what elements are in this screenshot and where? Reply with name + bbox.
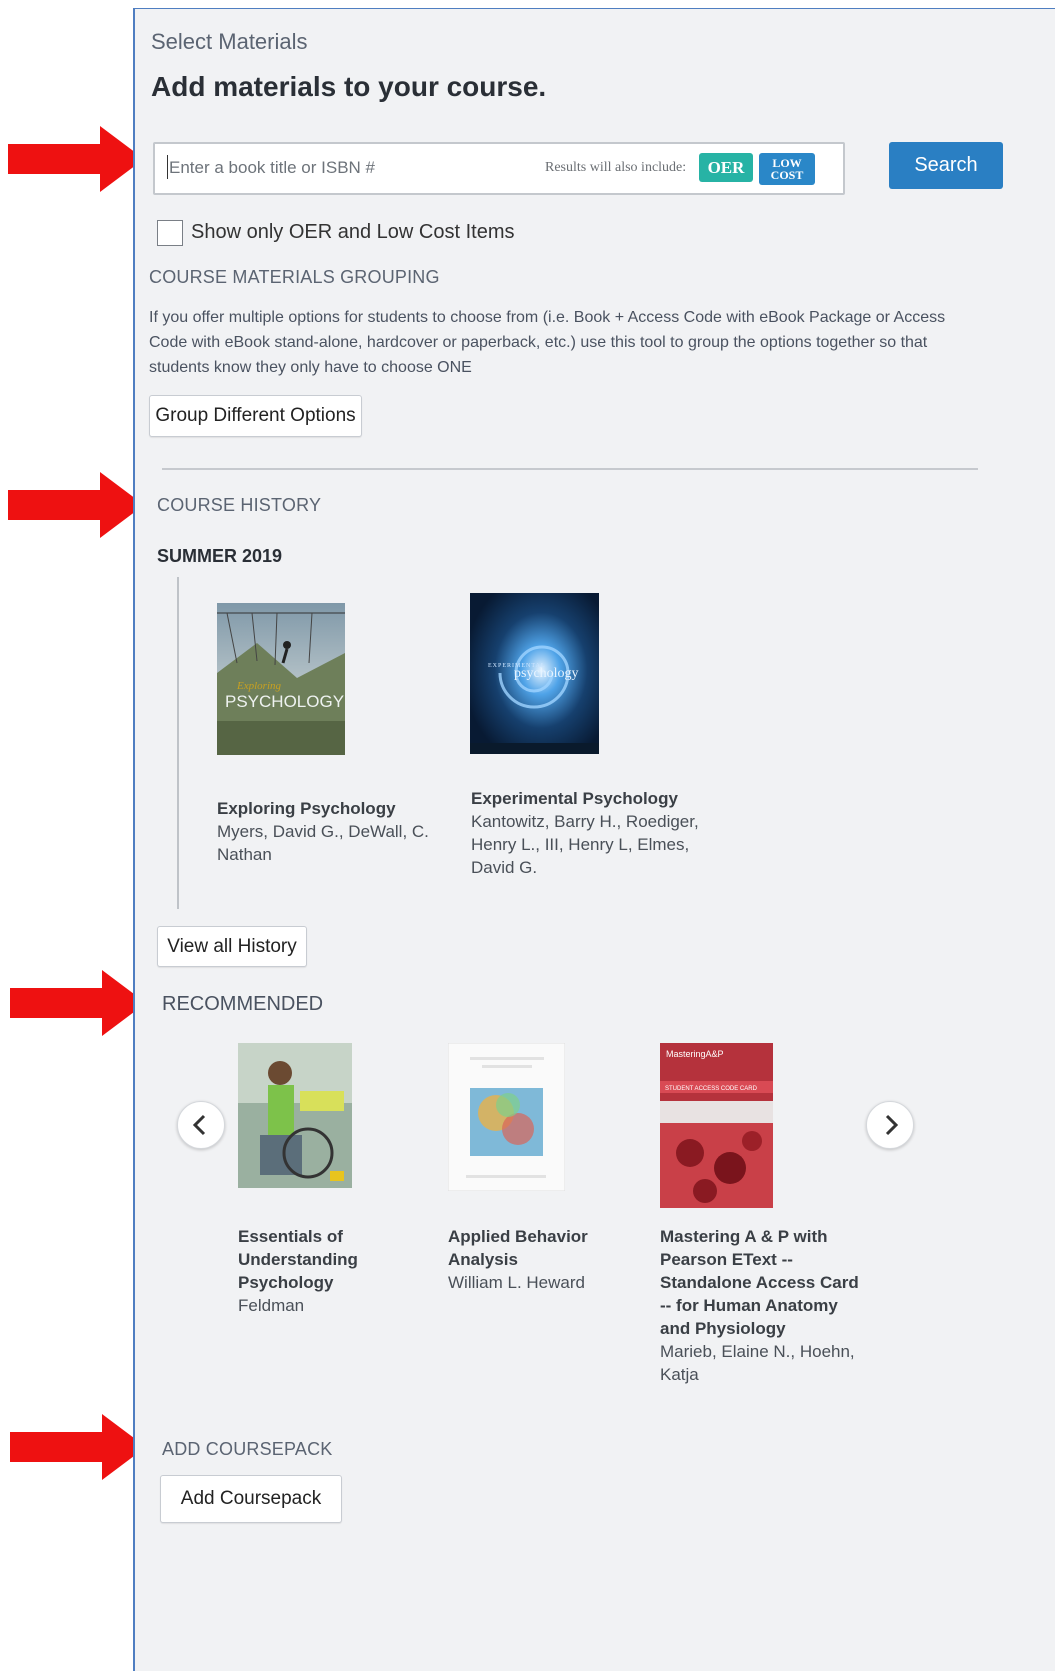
low-cost-badge: LOW COST — [759, 153, 815, 185]
low-cost-badge-line2: COST — [770, 168, 804, 182]
recommended-label: RECOMMENDED — [162, 993, 324, 1015]
book-cover-mastering-ap[interactable]: MasteringA&P STUDENT ACCESS CODE CARD — [660, 1043, 773, 1208]
page-title: Add materials to your course. — [151, 71, 547, 102]
term-label: SUMMER 2019 — [157, 546, 283, 566]
carousel-next-button[interactable] — [866, 1101, 914, 1149]
cover-script-1: Exploring — [236, 680, 281, 692]
chevron-right-icon — [885, 1114, 899, 1136]
search-button[interactable]: Search — [889, 142, 1003, 189]
book-title[interactable]: Experimental Psychology — [471, 787, 721, 810]
book-author: Kantowitz, Barry H., Roediger, Henry L.,… — [471, 812, 699, 877]
search-input[interactable]: Enter a book title or ISBN # Results wil… — [153, 142, 845, 195]
oer-filter-label[interactable]: Show only OER and Low Cost Items — [191, 221, 514, 244]
book-author: Feldman — [238, 1296, 305, 1315]
grouping-description: If you offer multiple options for studen… — [149, 309, 946, 376]
history-book-2: Experimental Psychology Kantowitz, Barry… — [471, 787, 721, 879]
book-author: Marieb, Elaine N., Hoehn, Katja — [660, 1342, 855, 1384]
history-book-1: Exploring Psychology Myers, David G., De… — [217, 797, 437, 866]
annotation-arrow-search — [8, 126, 144, 192]
book-author: William L. Heward — [448, 1273, 585, 1292]
annotation-arrow-coursepack — [10, 1414, 146, 1480]
book-author: Myers, David G., DeWall, C. Nathan — [217, 822, 429, 864]
cover-banner: STUDENT ACCESS CODE CARD — [665, 1086, 758, 1092]
section-eyebrow: Select Materials — [151, 29, 308, 54]
cover-title-1: PSYCHOLOGY — [225, 692, 344, 711]
text-caret — [167, 155, 168, 179]
book-title[interactable]: Exploring Psychology — [217, 797, 437, 820]
add-coursepack-button[interactable]: Add Coursepack — [160, 1475, 342, 1523]
recommended-book-1: Essentials of Understanding Psychology F… — [238, 1225, 418, 1317]
grouping-label: COURSE MATERIALS GROUPING — [149, 267, 440, 287]
chevron-left-icon — [192, 1114, 206, 1136]
carousel-prev-button[interactable] — [177, 1101, 225, 1149]
history-timeline — [177, 577, 179, 909]
section-divider — [162, 468, 978, 470]
book-cover-exploring-psychology[interactable]: Exploring PSYCHOLOGY — [217, 603, 345, 755]
search-placeholder: Enter a book title or ISBN # — [169, 158, 375, 177]
book-cover-experimental-psychology[interactable]: EXPERIMENTAL psychology — [470, 593, 599, 754]
cover-title-2: psychology — [514, 666, 579, 681]
course-history-label: COURSE HISTORY — [157, 495, 322, 515]
oer-badge: OER — [699, 153, 753, 182]
recommended-book-3: Mastering A & P with Pearson EText -- St… — [660, 1225, 860, 1386]
book-title[interactable]: Applied Behavior Analysis — [448, 1225, 628, 1271]
view-all-history-button[interactable]: View all History — [157, 926, 307, 967]
select-materials-panel: Select Materials Add materials to your c… — [133, 8, 1055, 1671]
book-cover-essentials-psychology[interactable] — [238, 1043, 352, 1188]
book-cover-applied-behavior-analysis[interactable] — [448, 1043, 565, 1191]
annotation-arrow-recommended — [10, 970, 146, 1036]
results-include-note: Results will also include: — [545, 160, 687, 175]
oer-filter-checkbox[interactable] — [157, 220, 183, 246]
cover-brand: MasteringA&P — [666, 1049, 724, 1059]
coursepack-label: ADD COURSEPACK — [162, 1439, 333, 1459]
book-title[interactable]: Essentials of Understanding Psychology — [238, 1225, 418, 1294]
group-options-button[interactable]: Group Different Options — [149, 395, 362, 437]
recommended-book-2: Applied Behavior Analysis William L. Hew… — [448, 1225, 628, 1294]
book-title[interactable]: Mastering A & P with Pearson EText -- St… — [660, 1225, 860, 1340]
annotation-arrow-history — [8, 472, 144, 538]
